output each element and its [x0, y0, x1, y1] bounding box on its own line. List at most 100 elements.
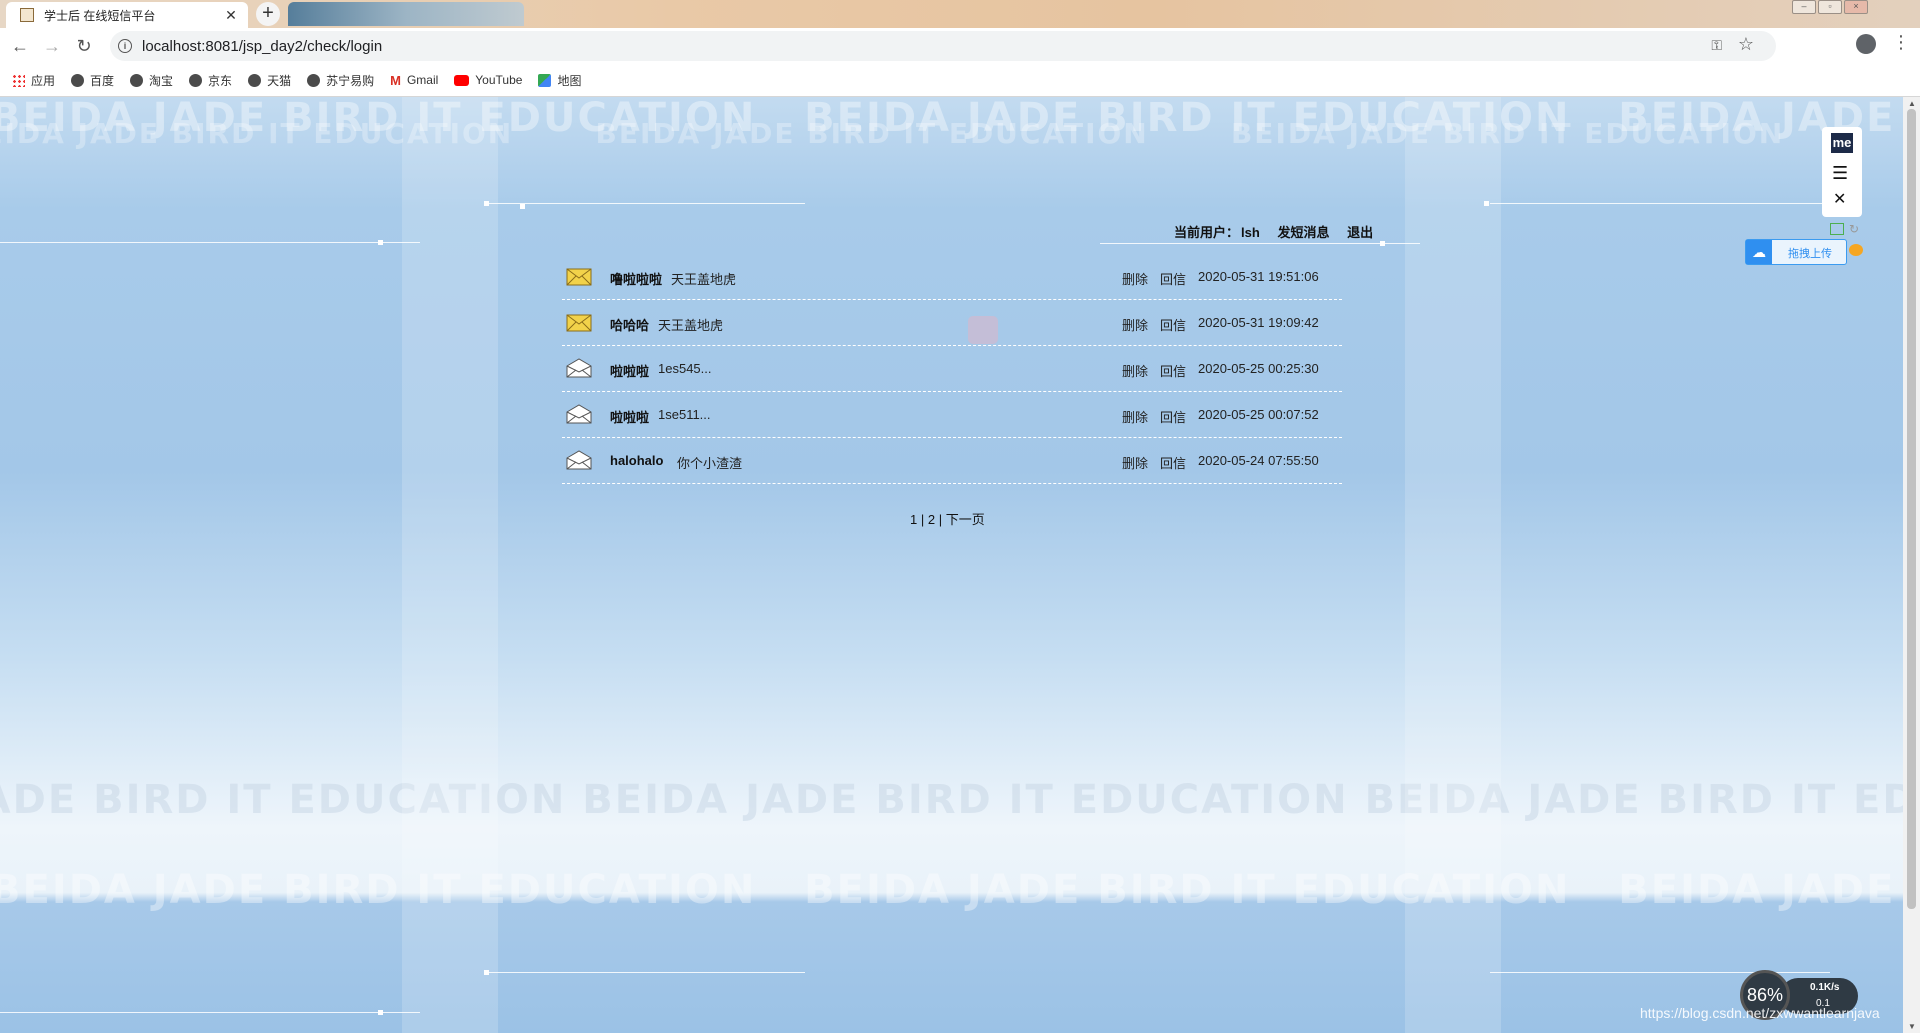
blog-watermark: https://blog.csdn.net/zxwwantlearnjava [1640, 1005, 1880, 1021]
message-row[interactable]: 哈哈哈 天王盖地虎 删除 回信 2020-05-31 19:09:42 [562, 300, 1342, 346]
message-row[interactable]: halohalo 你个小渣渣 删除 回信 2020-05-24 07:55:50 [562, 438, 1342, 484]
message-list: 噜啦啦啦 天王盖地虎 删除 回信 2020-05-31 19:51:06 哈哈哈… [562, 254, 1342, 484]
refresh-icon[interactable]: ↻ [1849, 222, 1859, 236]
message-sender[interactable]: 啦啦啦 [610, 407, 649, 426]
message-title[interactable]: 1es545... [658, 361, 712, 376]
apps-grid-icon [12, 73, 25, 87]
message-page: 当前用户： lsh 发短消息 退出 噜啦啦啦 天王盖地虎 删除 回信 2020-0… [0, 97, 1903, 1033]
site-info-icon[interactable]: i [118, 39, 132, 53]
bookmark-tmall[interactable]: 天猫 [248, 72, 291, 89]
globe-icon [248, 73, 262, 87]
reply-message-link[interactable]: 回信 [1160, 453, 1186, 472]
reply-message-link[interactable]: 回信 [1160, 407, 1186, 426]
message-sender[interactable]: halohalo [610, 453, 663, 468]
bookmark-youtube[interactable]: YouTube [454, 73, 522, 87]
hamburger-menu-icon[interactable]: ☰ [1832, 163, 1848, 184]
current-user-label: 当前用户： [1174, 225, 1240, 240]
youtube-icon [454, 74, 470, 86]
unread-envelope-icon [566, 314, 592, 332]
bookmark-label: 应用 [31, 73, 56, 88]
url-text[interactable]: localhost:8081/jsp_day2/check/login [142, 38, 382, 55]
eye-icon[interactable] [1849, 244, 1863, 256]
tab-active[interactable]: 学士后 在线短信平台 ✕ [6, 2, 248, 28]
bookmark-label: 百度 [90, 73, 115, 88]
account-icon[interactable] [1856, 34, 1876, 54]
bookmark-baidu[interactable]: 百度 [71, 72, 114, 89]
omnibox[interactable]: i localhost:8081/jsp_day2/check/login ⚿ … [110, 31, 1776, 61]
pagination: 1 | 2 | 下一页 [910, 509, 985, 528]
upload-label: 拖拽上传 [1788, 248, 1832, 260]
reply-message-link[interactable]: 回信 [1160, 269, 1186, 288]
bookmark-maps[interactable]: 地图 [538, 72, 581, 89]
message-time: 2020-05-31 19:09:42 [1198, 315, 1319, 330]
bookmark-taobao[interactable]: 淘宝 [130, 72, 173, 89]
close-window-button[interactable]: × [1844, 0, 1868, 14]
bookmark-label: Gmail [406, 73, 439, 87]
delete-message-link[interactable]: 删除 [1122, 269, 1148, 288]
me-logo-icon[interactable]: me [1831, 133, 1853, 153]
forward-arrow-icon[interactable]: → [40, 34, 64, 58]
bookmark-apps[interactable]: 应用 [12, 72, 55, 89]
drag-upload-button[interactable]: ☁ 拖拽上传 [1745, 239, 1847, 265]
reply-message-link[interactable]: 回信 [1160, 361, 1186, 380]
bookmark-label: 苏宁易购 [326, 73, 375, 88]
floating-search-icon[interactable] [968, 316, 998, 344]
bookmark-label: 天猫 [267, 73, 292, 88]
bookmark-gmail[interactable]: M Gmail [390, 73, 438, 87]
bookmark-label: 京东 [208, 73, 233, 88]
compose-message-link[interactable]: 发短消息 [1277, 225, 1329, 240]
address-bar: ← → ↻ i localhost:8081/jsp_day2/check/lo… [0, 28, 1920, 64]
message-row[interactable]: 噜啦啦啦 天王盖地虎 删除 回信 2020-05-31 19:51:06 [562, 254, 1342, 300]
page-2-link[interactable]: 2 [928, 512, 935, 527]
message-sender[interactable]: 啦啦啦 [610, 361, 649, 380]
pager-separator: | [917, 512, 928, 527]
bookmark-jd[interactable]: 京东 [189, 72, 232, 89]
globe-icon [130, 73, 144, 87]
delete-message-link[interactable]: 删除 [1122, 407, 1148, 426]
tab-title: 学士后 在线短信平台 [44, 8, 156, 23]
scrollbar-thumb[interactable] [1907, 109, 1916, 909]
magic-wand-icon[interactable]: ✕ [1833, 189, 1846, 209]
maximize-button[interactable]: ▫ [1818, 0, 1842, 14]
scroll-down-arrow-icon[interactable]: ▼ [1908, 1022, 1916, 1031]
message-time: 2020-05-25 00:25:30 [1198, 361, 1319, 376]
maps-icon [538, 73, 552, 87]
message-row[interactable]: 啦啦啦 1es545... 删除 回信 2020-05-25 00:25:30 [562, 346, 1342, 392]
logout-link[interactable]: 退出 [1347, 225, 1373, 240]
tab-close-icon[interactable]: ✕ [222, 7, 240, 24]
delete-message-link[interactable]: 删除 [1122, 315, 1148, 334]
new-tab-button[interactable]: + [256, 2, 280, 26]
message-time: 2020-05-24 07:55:50 [1198, 453, 1319, 468]
cast-icon[interactable] [1830, 223, 1844, 235]
message-title[interactable]: 天王盖地虎 [671, 269, 736, 288]
key-icon[interactable]: ⚿ [1711, 37, 1722, 54]
tab-strip: 学士后 在线短信平台 ✕ + – ▫ × [0, 0, 1920, 28]
back-arrow-icon[interactable]: ← [8, 34, 32, 58]
bookmark-suning[interactable]: 苏宁易购 [307, 72, 374, 89]
message-title[interactable]: 1se511... [658, 407, 711, 422]
message-time: 2020-05-31 19:51:06 [1198, 269, 1319, 284]
tab-inactive[interactable] [288, 2, 524, 26]
message-row[interactable]: 啦啦啦 1se511... 删除 回信 2020-05-25 00:07:52 [562, 392, 1342, 438]
message-sender[interactable]: 哈哈哈 [610, 315, 649, 334]
read-envelope-icon [566, 450, 592, 470]
window-controls: – ▫ × [1792, 0, 1868, 14]
message-time: 2020-05-25 00:07:52 [1198, 407, 1319, 422]
page-viewport: BEIDA JADE BIRD IT EDUCATION BEIDA JADE … [0, 97, 1903, 1033]
message-title[interactable]: 你个小渣渣 [677, 453, 742, 472]
bookmarks-bar: 应用 百度 淘宝 京东 天猫 苏宁易购 M Gmail YouTube 地图 [0, 64, 1920, 97]
read-envelope-icon [566, 404, 592, 424]
reload-icon[interactable]: ↻ [72, 34, 96, 58]
browser-menu-icon[interactable]: ⋮ [1892, 32, 1910, 53]
delete-message-link[interactable]: 删除 [1122, 453, 1148, 472]
delete-message-link[interactable]: 删除 [1122, 361, 1148, 380]
upload-speed: 0.1K/s [1810, 982, 1840, 993]
minimize-button[interactable]: – [1792, 0, 1816, 14]
message-title[interactable]: 天王盖地虎 [658, 315, 723, 334]
next-page-link[interactable]: 下一页 [946, 512, 985, 527]
bookmark-star-icon[interactable]: ☆ [1738, 34, 1754, 55]
scroll-up-arrow-icon[interactable]: ▲ [1908, 99, 1916, 108]
message-sender[interactable]: 噜啦啦啦 [610, 269, 662, 288]
page-scrollbar[interactable]: ▲ ▼ [1903, 97, 1920, 1033]
reply-message-link[interactable]: 回信 [1160, 315, 1186, 334]
